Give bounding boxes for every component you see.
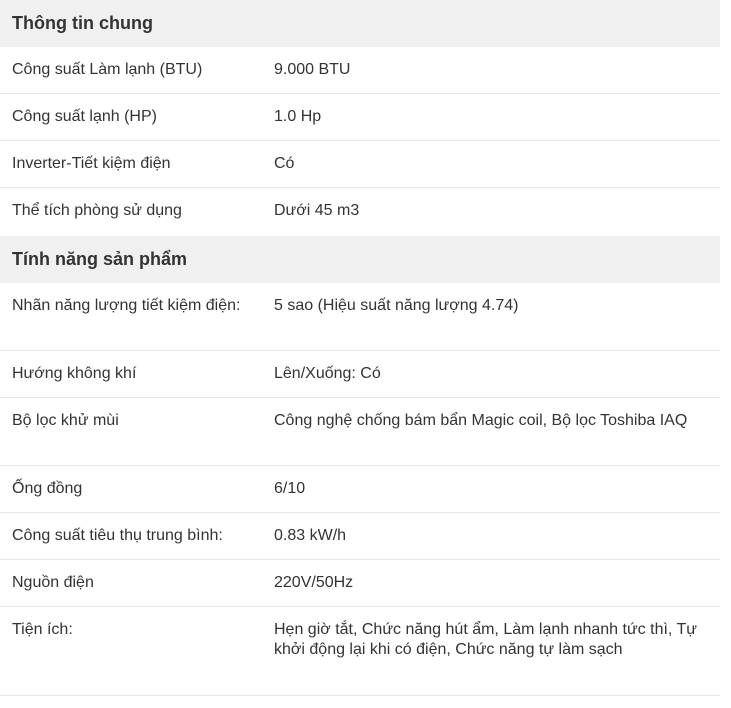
- spec-label: Nhãn năng lượng tiết kiệm điện:: [12, 297, 241, 314]
- spec-label: Tiện ích:: [12, 621, 73, 638]
- spec-row: Hướng không khí Lên/Xuống: Có: [0, 351, 720, 398]
- spec-value: Dưới 45 m3: [274, 202, 360, 219]
- spec-table: Thông tin chung Công suất Làm lạnh (BTU)…: [0, 0, 720, 696]
- section-header-general: Thông tin chung: [0, 0, 720, 47]
- spec-value: Hẹn giờ tắt, Chức năng hút ẩm, Làm lạnh …: [274, 621, 697, 658]
- spec-label: Bộ lọc khử mùi: [12, 412, 119, 429]
- section-header-features: Tính năng sản phẩm: [0, 236, 720, 283]
- spec-value: 9.000 BTU: [274, 61, 351, 78]
- spec-value: 5 sao (Hiệu suất năng lượng 4.74): [274, 297, 519, 314]
- spec-value: Công nghệ chống bám bẩn Magic coil, Bộ l…: [274, 412, 688, 429]
- spec-value: Có: [274, 155, 295, 172]
- spec-row: Công suất tiêu thụ trung bình: 0.83 kW/h: [0, 513, 720, 560]
- spec-row: Tiện ích: Hẹn giờ tắt, Chức năng hút ẩm,…: [0, 607, 720, 696]
- spec-row: Thể tích phòng sử dụng Dưới 45 m3: [0, 188, 720, 236]
- spec-row: Nhãn năng lượng tiết kiệm điện: 5 sao (H…: [0, 283, 720, 351]
- spec-label: Công suất tiêu thụ trung bình:: [12, 527, 223, 544]
- spec-value: 1.0 Hp: [274, 108, 322, 125]
- spec-value: Lên/Xuống: Có: [274, 365, 381, 382]
- spec-value: 6/10: [274, 480, 306, 497]
- spec-row: Bộ lọc khử mùi Công nghệ chống bám bẩn M…: [0, 398, 720, 466]
- spec-row: Ống đồng 6/10: [0, 466, 720, 513]
- spec-value: 0.83 kW/h: [274, 527, 347, 544]
- spec-label: Công suất Làm lạnh (BTU): [12, 61, 203, 78]
- spec-value: 220V/50Hz: [274, 574, 354, 591]
- spec-label: Thể tích phòng sử dụng: [12, 202, 182, 219]
- spec-label: Hướng không khí: [12, 365, 137, 382]
- spec-label: Công suất lạnh (HP): [12, 108, 157, 125]
- spec-row: Công suất Làm lạnh (BTU) 9.000 BTU: [0, 47, 720, 94]
- spec-row: Inverter-Tiết kiệm điện Có: [0, 141, 720, 188]
- spec-row: Nguồn điện 220V/50Hz: [0, 560, 720, 607]
- spec-label: Ống đồng: [12, 480, 83, 497]
- spec-row: Công suất lạnh (HP) 1.0 Hp: [0, 94, 720, 141]
- spec-label: Inverter-Tiết kiệm điện: [12, 155, 171, 172]
- spec-label: Nguồn điện: [12, 574, 94, 591]
